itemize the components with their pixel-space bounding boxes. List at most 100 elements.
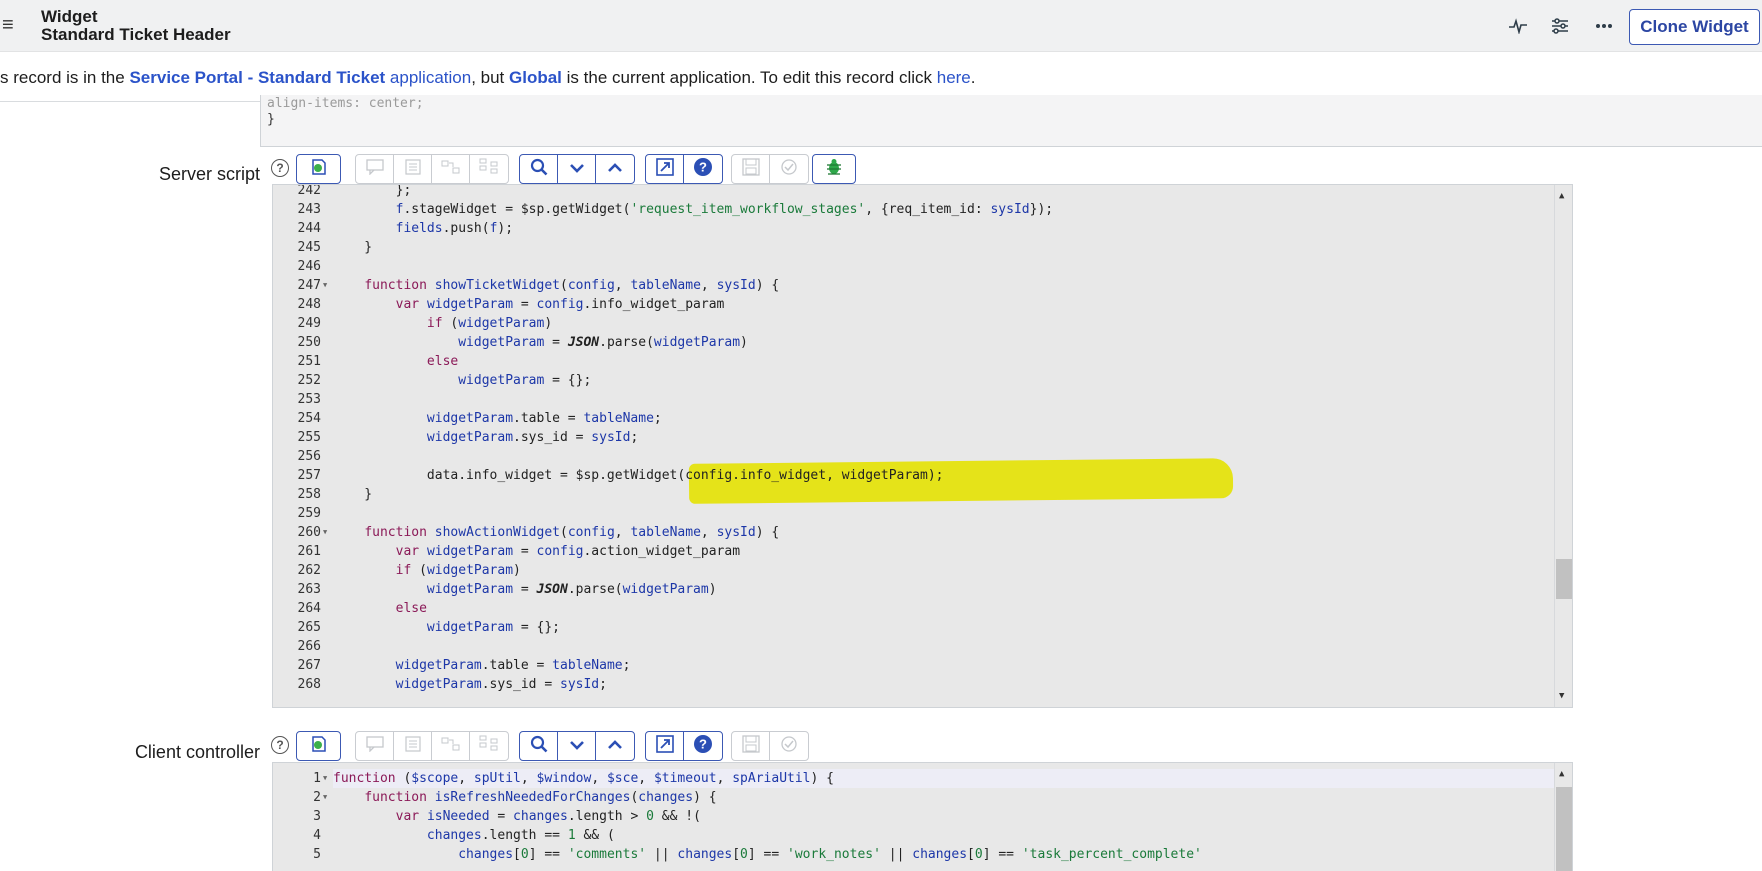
scroll-up-icon[interactable]: ▲ <box>1559 769 1564 779</box>
fold-toggle-icon[interactable]: ▼ <box>323 276 331 295</box>
current-application-link[interactable]: Global <box>509 68 562 87</box>
find-next-button[interactable] <box>558 155 596 183</box>
code-token: ) <box>740 335 748 350</box>
edit-here-link[interactable]: here <box>937 68 971 87</box>
save-script-button[interactable] <box>732 732 770 760</box>
search-button[interactable] <box>520 155 558 183</box>
scroll-down-icon[interactable]: ▼ <box>1559 691 1564 701</box>
line-number: 243 <box>297 202 321 217</box>
svg-text:?: ? <box>699 159 707 174</box>
code-token: , <box>700 525 717 540</box>
fold-toggle-icon[interactable]: ▼ <box>323 523 331 542</box>
field-help-icon[interactable]: ? <box>271 736 289 754</box>
clone-widget-button[interactable]: Clone Widget <box>1629 9 1760 45</box>
code-token: ; <box>653 411 662 426</box>
fold-toggle-icon[interactable]: ▼ <box>323 788 331 807</box>
line-number: 242 <box>297 184 321 198</box>
toggle-comment-button[interactable] <box>356 155 394 183</box>
replace-button[interactable] <box>432 155 470 183</box>
code-token: 0 <box>646 809 654 824</box>
script-include-button[interactable] <box>296 731 341 761</box>
editor-help-button[interactable]: ? <box>684 732 722 760</box>
fold-toggle-icon[interactable]: ▼ <box>323 769 331 788</box>
replace-button[interactable] <box>432 732 470 760</box>
toolbar-button-group <box>355 154 509 184</box>
server-script-scrollbar[interactable]: ▲ ▼ <box>1554 185 1572 707</box>
script-assistance-button[interactable] <box>770 732 808 760</box>
code-token: ) { <box>755 278 780 293</box>
activity-icon[interactable] <box>1506 14 1530 38</box>
fullscreen-button[interactable] <box>646 732 684 760</box>
line-number: 247 <box>297 278 321 293</box>
hamburger-menu-icon[interactable]: ≡ <box>2 15 14 35</box>
scope-notice-text: s record is in the Service Portal - Stan… <box>0 68 976 88</box>
client-controller-scrollbar[interactable]: ▲ <box>1554 763 1572 871</box>
client-controller-editor[interactable]: 1 ▼ 2 ▼ 3 4 5 function ($scope, spUtil, $windo… <box>272 762 1573 871</box>
format-code-button[interactable] <box>394 155 432 183</box>
code-token: if <box>426 316 443 331</box>
find-previous-button[interactable] <box>596 155 634 183</box>
code-area[interactable]: }; f.stageWidget = $sp.getWidget('reques… <box>333 185 1554 707</box>
code-token: 0 <box>520 847 529 862</box>
field-help-icon[interactable]: ? <box>271 159 289 177</box>
code-line: else <box>333 352 458 371</box>
code-token: ) <box>708 582 717 597</box>
server-script-editor[interactable]: 242 243 244 245 246 247 ▼ 248 249 250 251 252 253 254… <box>272 184 1573 708</box>
editor-help-button[interactable]: ? <box>684 155 722 183</box>
script-include-button[interactable] <box>296 154 341 184</box>
code-token: widgetParam <box>458 335 545 350</box>
search-button[interactable] <box>520 732 558 760</box>
line-number: 260 <box>297 525 321 540</box>
save-script-button[interactable] <box>732 155 770 183</box>
code-token: ; <box>599 677 607 692</box>
code-line: changes[0] == 'comments' || changes[0] =… <box>333 845 1202 864</box>
more-options-icon[interactable] <box>1592 14 1616 38</box>
code-token: = <box>513 544 537 559</box>
find-next-button[interactable] <box>558 732 596 760</box>
replace-all-button[interactable] <box>470 732 508 760</box>
code-token: = <box>544 335 568 350</box>
toggle-comment-button[interactable] <box>356 732 394 760</box>
script-include-icon <box>309 734 329 759</box>
debug-icon <box>824 157 844 182</box>
replace-all-button[interactable] <box>470 155 508 183</box>
code-token: spUtil <box>473 771 521 786</box>
code-token: .length == <box>481 828 568 843</box>
css-line: } <box>267 112 275 127</box>
line-number: 5 <box>313 847 321 862</box>
code-token: ( <box>560 278 568 293</box>
code-token: config <box>567 278 615 293</box>
scroll-thumb[interactable] <box>1556 787 1572 871</box>
find-previous-button[interactable] <box>596 732 634 760</box>
code-token: .push( <box>442 221 490 236</box>
format-icon <box>404 158 421 180</box>
code-token: .sys_id = <box>513 430 592 445</box>
code-token: showActionWidget <box>434 525 560 540</box>
code-token: else <box>426 354 459 369</box>
code-token: [ <box>513 847 521 862</box>
code-token: = <box>489 809 514 824</box>
script-assistance-button[interactable] <box>770 155 808 183</box>
code-area[interactable]: function ($scope, spUtil, $window, $sce,… <box>333 763 1554 871</box>
format-code-button[interactable] <box>394 732 432 760</box>
sliders-icon[interactable] <box>1548 14 1572 38</box>
application-link[interactable]: Service Portal - Standard Ticket <box>129 68 385 87</box>
fullscreen-button[interactable] <box>646 155 684 183</box>
code-token: }; <box>333 184 412 198</box>
code-token: tableName <box>583 411 654 426</box>
line-number: 267 <box>297 658 321 673</box>
application-word-link[interactable]: application <box>385 68 471 87</box>
scroll-up-icon[interactable]: ▲ <box>1559 191 1564 201</box>
format-icon <box>404 735 421 757</box>
scroll-thumb[interactable] <box>1556 559 1572 599</box>
comment-icon <box>365 158 384 180</box>
code-token: , <box>716 771 733 786</box>
line-number: 252 <box>297 373 321 388</box>
debug-button[interactable] <box>812 154 856 184</box>
line-number: 265 <box>297 620 321 635</box>
